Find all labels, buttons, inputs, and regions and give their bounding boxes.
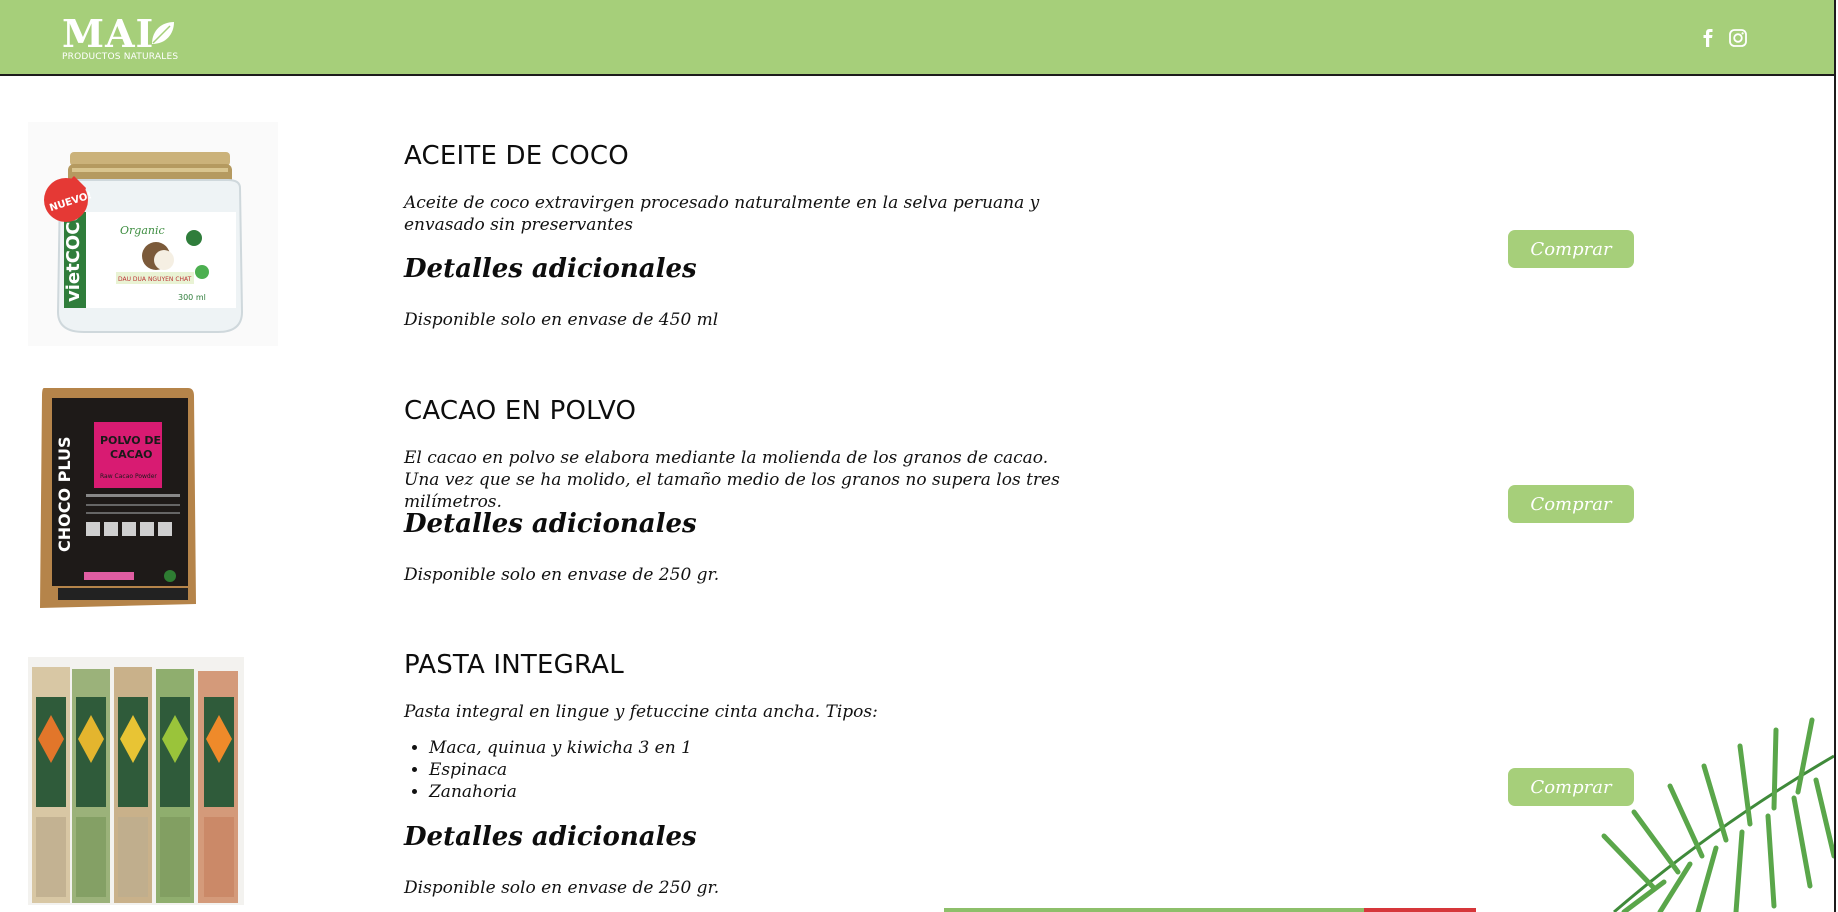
- svg-text:DAU DUA NGUYEN CHAT: DAU DUA NGUYEN CHAT: [118, 276, 192, 283]
- pasta-types-list: Maca, quinua y kiwicha 3 en 1 Espinaca Z…: [404, 737, 692, 803]
- details-heading: Detalles adicionales: [404, 254, 697, 284]
- coconut-oil-jar-image: vietCOCO Organic DAU DUA NGUYEN CHAT 300…: [28, 122, 278, 346]
- logo-text: MAI: [62, 11, 155, 56]
- product-description: El cacao en polvo se elabora mediante la…: [404, 448, 1060, 512]
- svg-text:300 ml: 300 ml: [178, 293, 206, 302]
- product-details: Disponible solo en envase de 250 gr.: [404, 565, 720, 585]
- svg-text:Organic: Organic: [120, 224, 165, 237]
- details-heading: Detalles adicionales: [404, 822, 697, 852]
- popup-edge-bar: [944, 908, 1364, 912]
- brand-logo[interactable]: MAI PRODUCTOS NATURALES: [62, 14, 182, 64]
- product-title: CACAO EN POLVO: [404, 396, 637, 426]
- product-details: Disponible solo en envase de 250 gr.: [404, 878, 720, 898]
- leaf-icon: [152, 22, 174, 44]
- list-item: Maca, quinua y kiwicha 3 en 1: [429, 737, 692, 759]
- popup-edge-bar-accent: [1364, 908, 1476, 912]
- svg-text:Raw Cacao Powder: Raw Cacao Powder: [100, 473, 157, 480]
- svg-text:CACAO: CACAO: [110, 448, 153, 461]
- products-section: vietCOCO Organic DAU DUA NGUYEN CHAT 300…: [0, 76, 1836, 912]
- palm-leaf-decoration: [1601, 717, 1834, 912]
- product-title: PASTA INTEGRAL: [404, 650, 624, 680]
- logo-subtitle: PRODUCTOS NATURALES: [62, 52, 179, 62]
- site-header: MAI PRODUCTOS NATURALES: [0, 0, 1836, 76]
- svg-text:POLVO DE: POLVO DE: [100, 434, 161, 447]
- buy-button[interactable]: Comprar: [1508, 230, 1634, 268]
- list-item: Espinaca: [429, 759, 692, 781]
- list-item: Zanahoria: [429, 781, 692, 803]
- whole-wheat-pasta-image: [28, 657, 244, 905]
- instagram-icon[interactable]: [1728, 28, 1748, 48]
- social-links: [1698, 28, 1748, 48]
- product-title: ACEITE DE COCO: [404, 141, 629, 171]
- buy-button[interactable]: Comprar: [1508, 485, 1634, 523]
- product-description: Pasta integral en lingue y fetuccine cin…: [404, 702, 878, 722]
- product-details: Disponible solo en envase de 450 ml: [404, 310, 719, 330]
- product-description: Aceite de coco extravirgen procesado nat…: [404, 193, 1040, 235]
- svg-text:CHOCO PLUS: CHOCO PLUS: [55, 436, 74, 552]
- facebook-icon[interactable]: [1698, 28, 1718, 48]
- cocoa-powder-bag-image: CHOCO PLUS POLVO DE CACAO Raw Cacao Powd…: [40, 388, 196, 608]
- details-heading: Detalles adicionales: [404, 509, 697, 539]
